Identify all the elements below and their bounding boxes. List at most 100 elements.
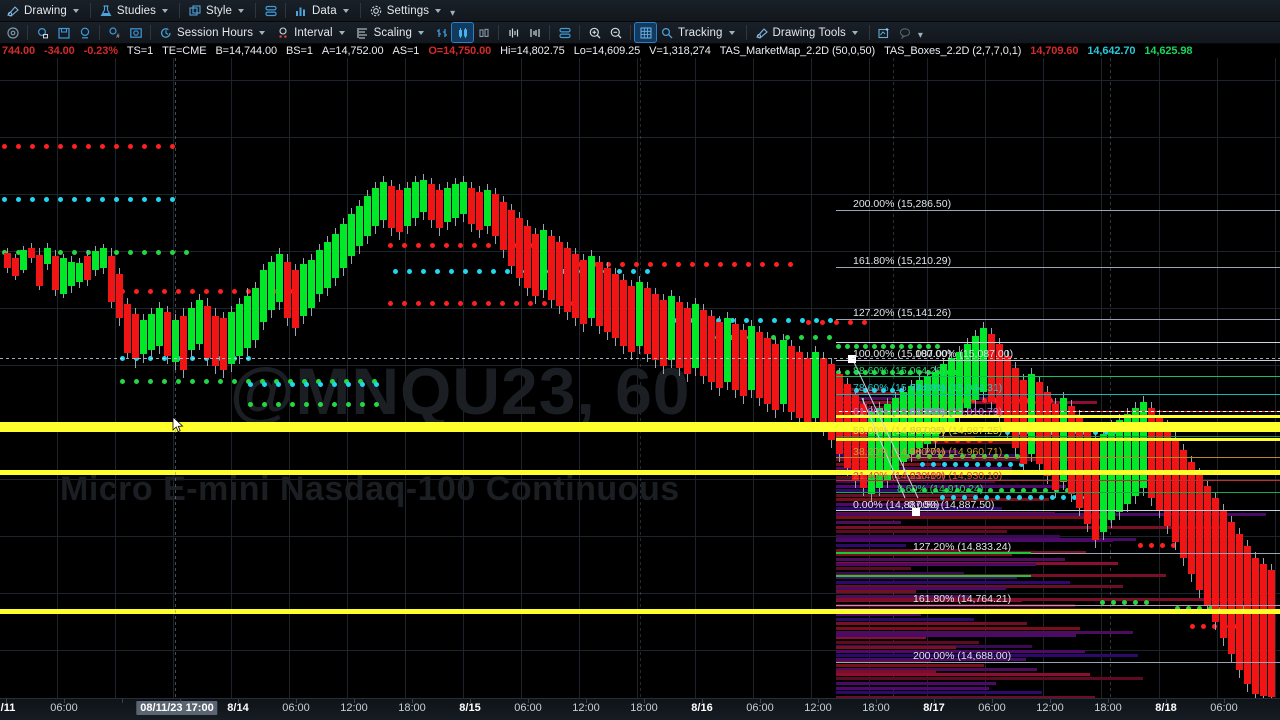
fib-level-line [836, 319, 1280, 320]
target-icon [6, 26, 20, 40]
chart-type-candlestick[interactable] [451, 22, 475, 43]
globe-button[interactable] [74, 23, 95, 42]
chevron-down-icon[interactable] [161, 8, 168, 13]
menu-drawing-tools[interactable]: Drawing Tools [751, 23, 865, 42]
more-icon[interactable]: ▾ [448, 8, 457, 19]
menu-style[interactable]: Style [184, 1, 251, 20]
more-icon[interactable]: ▾ [916, 30, 925, 41]
menu-scaling[interactable]: Scaling [352, 23, 431, 42]
menu-settings-label: Settings [386, 4, 430, 17]
new-chart-icon [877, 26, 891, 40]
time-axis-label[interactable]: 12:00 [340, 702, 368, 714]
time-axis-label[interactable]: 18:00 [1094, 702, 1122, 714]
study-value-cyan: 14,642.70 [1087, 45, 1136, 57]
save-chart-button[interactable] [53, 23, 74, 42]
new-chart-button[interactable] [874, 23, 895, 42]
chevron-down-icon[interactable] [728, 30, 735, 35]
chart-layout-button[interactable] [554, 23, 575, 42]
fib-label: 21.40% (14,930.10) [910, 470, 1003, 482]
chevron-down-icon[interactable] [72, 8, 79, 13]
menu-scaling-label: Scaling [373, 26, 413, 39]
time-axis-label[interactable]: 12:00 [804, 702, 832, 714]
chart-type-ohlc-bars[interactable] [431, 23, 452, 42]
tas-box-dot-row [388, 301, 584, 306]
marketmap-band-wide [836, 622, 986, 625]
marketmap-band [836, 673, 1090, 676]
divider [498, 25, 500, 40]
menu-session-hours-label: Session Hours [177, 26, 254, 39]
menu-session-hours[interactable]: Session Hours [155, 23, 272, 42]
menu-interval[interactable]: Interval [272, 23, 352, 42]
time-axis-label[interactable]: 08/11/23 17:00 [136, 701, 218, 715]
chevron-down-icon[interactable] [259, 30, 266, 35]
quote-bar: 744.00 -34.00 -0.23% TS=1 TE=CME B=14,74… [0, 44, 1280, 58]
time-axis-label[interactable]: 12:00 [1036, 702, 1064, 714]
chart-type-line-bars[interactable] [503, 23, 524, 42]
grid-button[interactable] [634, 22, 658, 43]
screenshot-button[interactable] [125, 23, 146, 42]
chart-canvas[interactable]: @MNQU23, 60 Micro E-mini Nasdaq-100 Cont… [0, 58, 1280, 698]
time-axis-label[interactable]: 18:00 [630, 702, 658, 714]
time-axis-label[interactable]: 8/18 [1155, 702, 1176, 714]
time-axis-label[interactable]: 06:00 [1210, 702, 1238, 714]
lock-button[interactable] [32, 23, 53, 42]
study-marketmap[interactable]: TAS_MarketMap_2.2D (50,0,50) [720, 45, 875, 57]
menu-studies[interactable]: Studies [95, 1, 175, 20]
fib-label: 38.20% (14,960.71) [910, 446, 1003, 458]
gear-icon [369, 4, 383, 18]
menu-tracking[interactable]: Tracking [656, 23, 741, 42]
time-axis-label[interactable]: /11 [1, 702, 16, 714]
fib-label: 161.80% (15,210.29) [853, 255, 952, 267]
divider [359, 3, 361, 18]
style-icon [188, 4, 202, 18]
ohlc-bars-icon [435, 26, 449, 40]
tas-box-dot-row [806, 320, 876, 325]
time-axis-label[interactable]: 18:00 [862, 702, 890, 714]
divider [89, 3, 91, 18]
time-axis-label[interactable]: 06:00 [746, 702, 774, 714]
target-button[interactable] [2, 23, 23, 42]
drawing-icon [6, 4, 20, 18]
fib-label: 161.80% (14,764.21) [913, 593, 1012, 605]
time-axis[interactable]: /11 06:00 12:00 08/11/23 17:00 8/14 06:00 12:0… [0, 698, 1280, 720]
marketmap-band [836, 687, 989, 690]
chevron-down-icon[interactable] [338, 30, 345, 35]
time-axis-label[interactable]: 06:00 [514, 702, 542, 714]
chevron-down-icon[interactable] [238, 8, 245, 13]
drawing-tools-icon [755, 26, 769, 40]
time-axis-label[interactable]: 18:00 [398, 702, 426, 714]
time-axis-label[interactable]: 06:00 [978, 702, 1006, 714]
time-axis-label[interactable]: 12:00 [572, 702, 600, 714]
menu-data-label: Data [312, 4, 337, 17]
time-axis-label[interactable]: 8/15 [459, 702, 480, 714]
quote-low: Lo=14,609.25 [573, 45, 641, 57]
chevron-down-icon[interactable] [342, 8, 349, 13]
number-bars-button[interactable]: # [104, 23, 125, 42]
study-boxes[interactable]: TAS_Boxes_2.2D (2,7,7,0,1) [884, 45, 1021, 57]
chart-type-hollow-candle[interactable] [473, 23, 494, 42]
marketmap-band [836, 521, 901, 524]
chevron-down-icon[interactable] [418, 30, 425, 35]
chart-type-volume-bars[interactable] [524, 23, 545, 42]
zoom-in-icon [588, 26, 602, 40]
balloon-button[interactable] [895, 23, 916, 42]
time-axis-label[interactable]: 8/17 [923, 702, 944, 714]
time-axis-label[interactable]: 06:00 [50, 702, 78, 714]
tas-box-dot-row [2, 144, 184, 149]
menu-drawing[interactable]: Drawing [2, 1, 86, 20]
divider [99, 25, 100, 40]
line-bars-icon [507, 26, 521, 40]
menu-data[interactable]: Data [290, 1, 356, 20]
chevron-down-icon[interactable] [435, 8, 442, 13]
zoom-in-button[interactable] [584, 23, 605, 42]
zoom-out-button[interactable] [605, 23, 626, 42]
time-axis-label[interactable]: 8/16 [691, 702, 712, 714]
time-axis-label[interactable]: 8/14 [227, 702, 248, 714]
quote-change-pct: -0.23% [83, 45, 118, 57]
time-axis-label[interactable]: 06:00 [282, 702, 310, 714]
second-toolbar: # Session Hours Interval Scaling Trackin… [0, 22, 1280, 44]
chartbook-button[interactable] [260, 1, 281, 20]
fib-level-line [836, 267, 1280, 268]
menu-settings[interactable]: Settings [365, 1, 448, 20]
chevron-down-icon[interactable] [851, 30, 858, 35]
